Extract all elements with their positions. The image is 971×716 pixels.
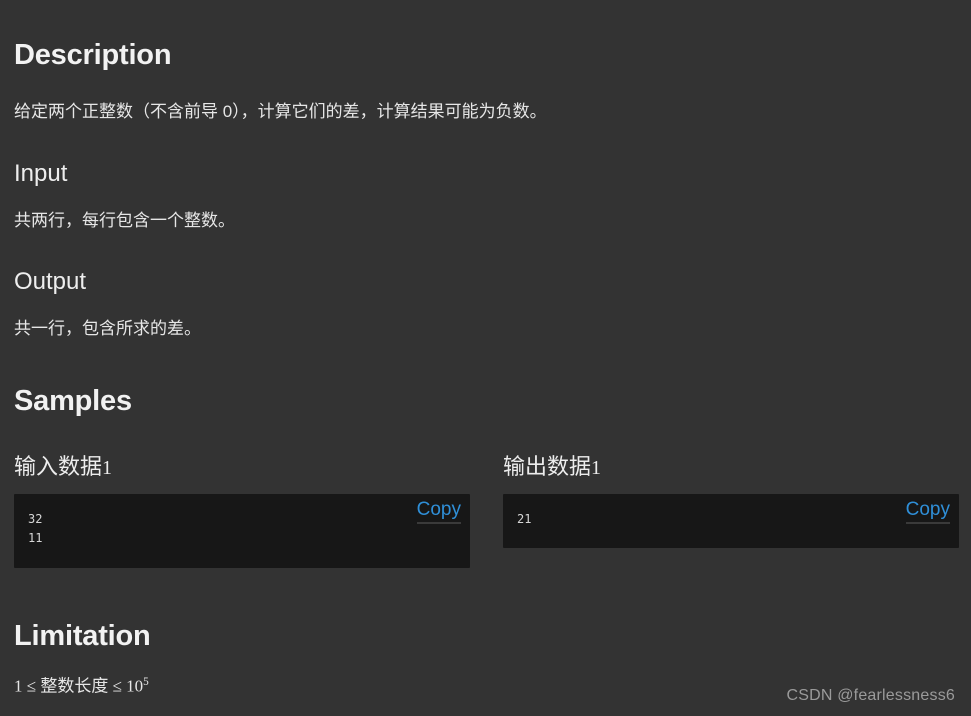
output-heading: Output — [14, 268, 87, 295]
description-body: 给定两个正整数（不含前导 0），计算它们的差，计算结果可能为负数。 — [14, 102, 547, 121]
sample-output-label-index: 1 — [591, 457, 602, 479]
sample-input-label-text: 输入数据 — [14, 454, 103, 479]
copy-input-button[interactable]: Copy — [416, 499, 461, 525]
limitation-formula-base: 1 ≤ 整数长度 ≤ 10 — [14, 676, 144, 696]
sample-input-label: 输入数据1 — [14, 454, 470, 479]
sample-input-code-block: 32 11 Copy — [14, 494, 470, 569]
sample-input-column: 输入数据1 32 11 Copy — [14, 454, 470, 569]
description-heading: Description — [14, 39, 172, 71]
input-body: 共两行，每行包含一个整数。 — [14, 211, 235, 230]
sample-output-code-block: 21 Copy — [503, 494, 959, 549]
csdn-watermark: CSDN @fearlessness6 — [786, 687, 955, 704]
samples-heading: Samples — [14, 385, 132, 417]
input-heading: Input — [14, 160, 68, 187]
problem-statement-page: Description 给定两个正整数（不含前导 0），计算它们的差，计算结果可… — [0, 0, 971, 716]
limitation-formula: 1 ≤ 整数长度 ≤ 105 — [14, 674, 149, 699]
sample-input-label-index: 1 — [102, 457, 113, 479]
output-body: 共一行，包含所求的差。 — [14, 319, 201, 338]
sample-output-label-text: 输出数据 — [503, 454, 592, 479]
copy-output-button[interactable]: Copy — [905, 499, 950, 525]
sample-input-code-text: 32 11 — [28, 512, 43, 545]
sample-output-code-text: 21 — [517, 512, 532, 527]
limitation-heading: Limitation — [14, 620, 151, 652]
sample-output-label: 输出数据1 — [503, 454, 959, 479]
sample-output-column: 输出数据1 21 Copy — [503, 454, 959, 549]
limitation-formula-exponent: 5 — [143, 676, 149, 688]
